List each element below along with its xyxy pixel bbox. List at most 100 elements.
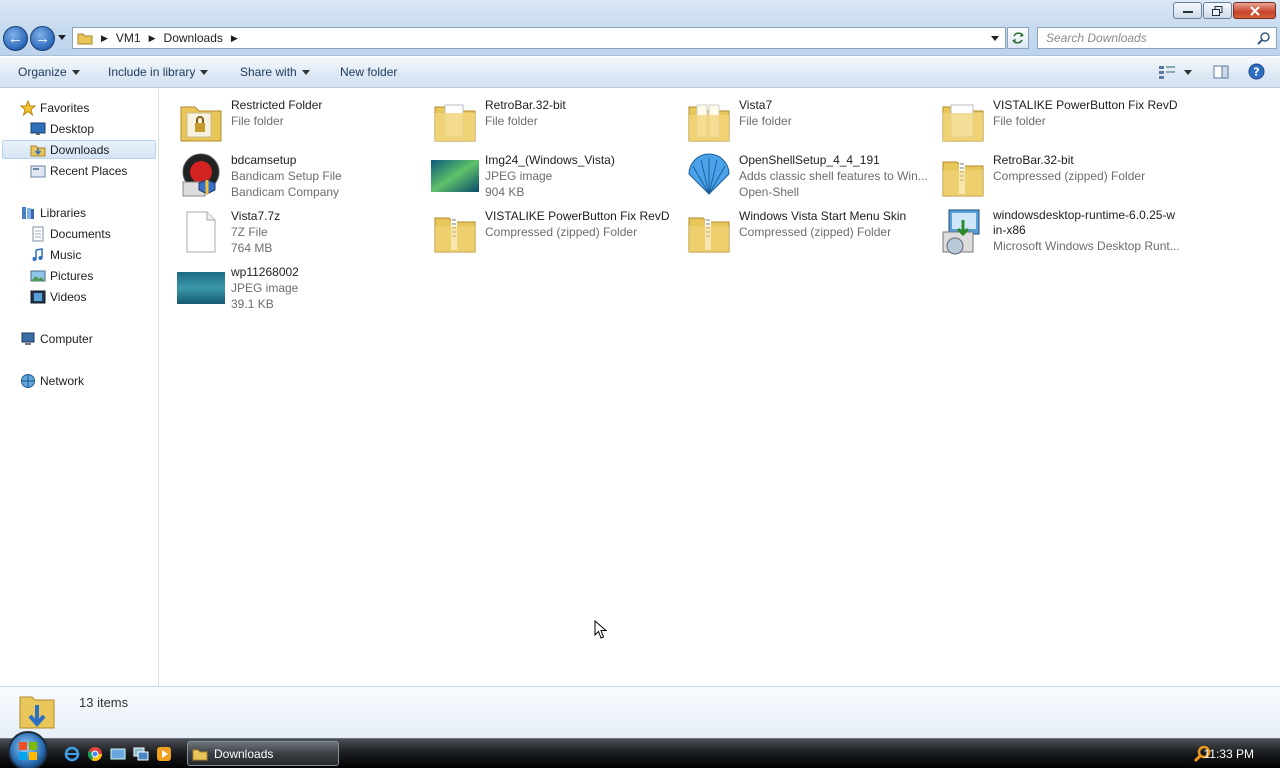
restore-button[interactable] [1203,2,1232,19]
windows-logo-icon [19,742,37,760]
minimize-icon [1182,10,1193,13]
nav-favorites[interactable]: Favorites [20,98,89,117]
nav-network[interactable]: Network [20,371,84,390]
nav-documents[interactable]: Documents [30,224,111,243]
computer-icon [21,332,35,345]
network-icon [21,373,35,388]
installer-icon [942,209,980,255]
file-item[interactable]: RetroBar.32-bit Compressed (zipped) Fold… [939,152,1189,208]
folder-icon [942,104,984,142]
chevron-down-icon [71,70,80,76]
internet-explorer-icon[interactable] [64,746,80,762]
clock[interactable]: 11:33 PM [1204,747,1254,761]
breadcrumb-vm1[interactable]: VM1 [116,31,141,45]
chrome-icon[interactable] [87,746,103,762]
downloads-folder-icon [30,145,46,156]
start-button[interactable] [8,731,48,768]
shell-icon [688,153,730,195]
nav-recent-places[interactable]: Recent Places [30,161,127,180]
details-pane: 13 items [0,686,1280,738]
file-item[interactable]: Vista7.7z 7Z File 764 MB [177,208,427,264]
forward-button[interactable]: → [30,26,55,51]
image-thumbnail-icon [177,272,225,304]
folder-lock-icon [180,106,222,142]
refresh-icon [1012,32,1024,44]
bandicam-icon [182,153,220,197]
help-button[interactable]: ? [1248,63,1265,83]
folder-icon [192,749,208,760]
file-item[interactable]: Vista7 File folder [685,97,935,153]
view-options-button[interactable] [1158,65,1192,79]
file-item[interactable]: Img24_(Windows_Vista) JPEG image 904 KB [431,152,681,208]
new-folder-button[interactable]: New folder [340,65,397,79]
nav-downloads[interactable]: Downloads [2,140,156,159]
forward-arrow-icon: → [35,30,50,47]
folder-icon [77,33,93,45]
window-controls [1172,2,1276,19]
file-item[interactable]: windowsdesktop-runtime-6.0.25-w in-x86 M… [939,208,1199,268]
mouse-cursor-icon [594,620,608,639]
blank-file-icon [186,211,216,253]
nav-computer[interactable]: Computer [20,329,93,348]
folder-icon [434,104,476,142]
pictures-icon [30,270,46,281]
breadcrumb-separator-icon: ▶ [148,32,156,43]
downloads-folder-icon [19,696,55,729]
breadcrumb-separator-icon: ▶ [230,32,238,43]
zip-folder-icon [942,160,984,197]
nav-videos[interactable]: Videos [30,287,86,306]
search-placeholder: Search Downloads [1046,31,1147,45]
item-count: 13 items [79,695,129,710]
nav-pictures[interactable]: Pictures [30,266,93,285]
switch-windows-icon[interactable] [133,746,149,762]
show-desktop-icon[interactable] [110,746,126,762]
file-item[interactable]: VISTALIKE PowerButton Fix RevD Compresse… [431,208,681,264]
chevron-down-icon [1184,69,1192,75]
file-item[interactable]: wp11268002 JPEG image 39.1 KB [177,264,427,320]
file-item[interactable]: RetroBar.32-bit File folder [431,97,681,153]
search-input[interactable]: Search Downloads [1037,27,1277,49]
include-in-library-menu[interactable]: Include in library [108,65,209,79]
taskbar: Downloads 11:33 PM [0,731,1280,768]
nav-music[interactable]: Music [30,245,81,264]
zip-folder-icon [688,216,730,253]
videos-icon [30,290,46,303]
address-bar[interactable]: ▶ VM1 ▶ Downloads ▶ [72,27,1006,49]
preview-pane-button[interactable] [1213,64,1229,83]
file-item[interactable]: VISTALIKE PowerButton Fix RevD File fold… [939,97,1239,153]
close-icon [1249,5,1260,16]
search-icon[interactable] [1257,31,1271,45]
back-button[interactable]: ← [3,26,28,51]
preview-pane-icon [1213,65,1229,79]
file-item[interactable]: Restricted Folder File folder [177,97,427,153]
address-dropdown-icon[interactable] [991,35,999,41]
folder-icon [688,104,730,142]
nav-libraries[interactable]: Libraries [20,203,86,222]
documents-icon [32,226,44,241]
file-item[interactable]: OpenShellSetup_4_4_191 Adds classic shel… [685,152,935,208]
minimize-button[interactable] [1173,2,1202,19]
svg-text:?: ? [1253,66,1259,79]
chevron-down-icon [301,70,310,76]
restore-icon [1212,5,1223,16]
help-icon: ? [1248,63,1265,80]
recent-places-icon [30,165,46,177]
share-with-menu[interactable]: Share with [240,65,310,79]
organize-menu[interactable]: Organize [18,65,80,79]
media-player-icon[interactable] [156,746,172,762]
nav-desktop[interactable]: Desktop [30,119,94,138]
taskbar-downloads-button[interactable]: Downloads [187,741,339,766]
recent-pages-dropdown[interactable] [58,35,66,40]
refresh-button[interactable] [1007,27,1029,49]
close-button[interactable] [1233,2,1276,19]
libraries-icon [22,206,34,219]
chevron-down-icon [200,70,209,76]
breadcrumb-downloads[interactable]: Downloads [164,31,223,45]
desktop-icon [30,122,46,135]
file-item[interactable]: bdcamsetup Bandicam Setup File Bandicam … [177,152,427,208]
zip-folder-icon [434,216,476,253]
title-bar: ← → ▶ VM1 ▶ Downloads ▶ Search Downloads [0,0,1280,56]
command-bar: Organize Include in library Share with N… [0,57,1280,88]
image-thumbnail-icon [431,160,479,192]
file-item[interactable]: Windows Vista Start Menu Skin Compressed… [685,208,935,264]
